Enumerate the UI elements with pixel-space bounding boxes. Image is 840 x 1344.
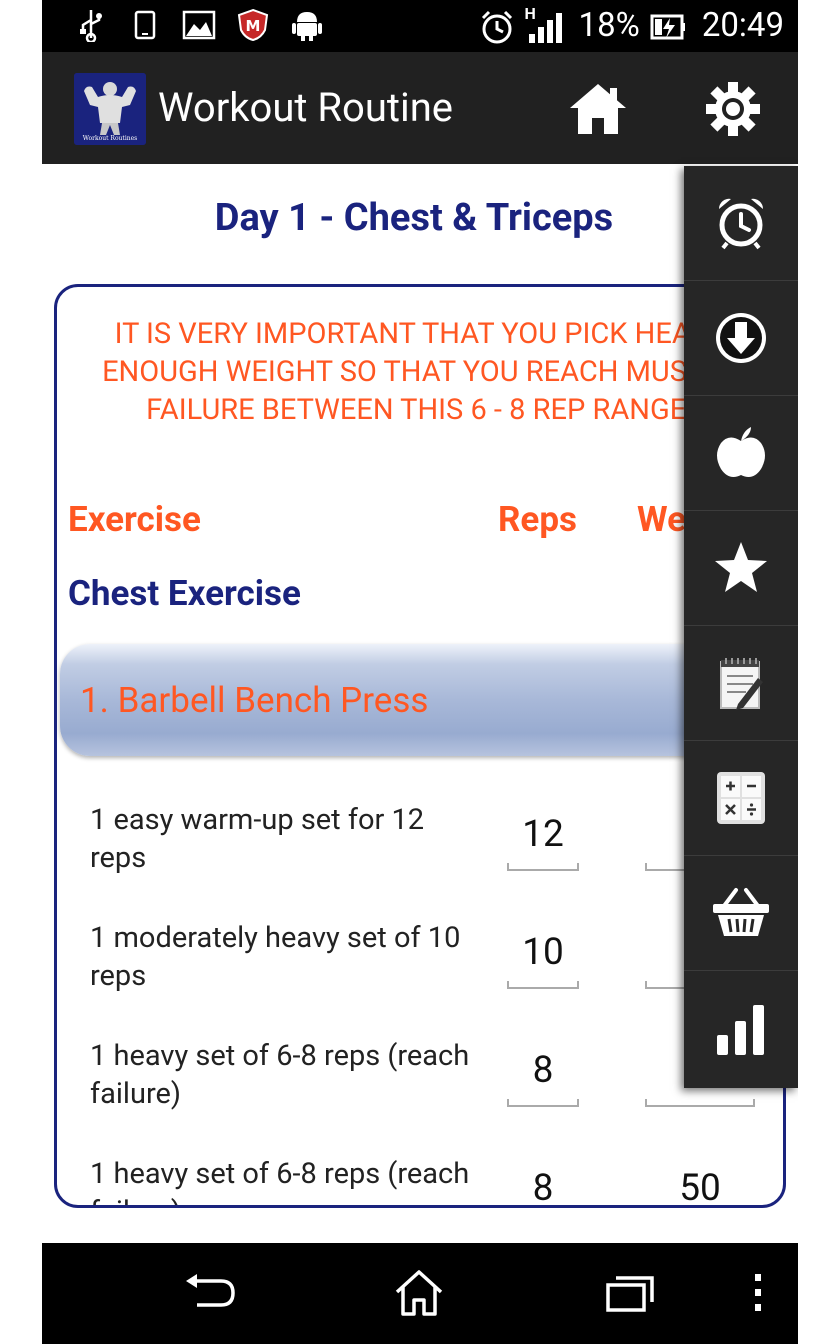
- set-row: 1 moderately heavy set of 10 reps 10 4: [57, 913, 783, 1031]
- workout-card: IT IS VERY IMPORTANT THAT YOU PICK HEAVY…: [54, 284, 786, 1208]
- mcafee-icon: M: [236, 8, 270, 42]
- battery-icon: [650, 4, 686, 48]
- recents-icon: [606, 1276, 654, 1312]
- menu-item-calculator[interactable]: [684, 741, 798, 856]
- phone-screen: M H 18% 20:49 Workout Routines Workout R…: [42, 0, 798, 1344]
- warning-text: IT IS VERY IMPORTANT THAT YOU PICK HEAVY…: [102, 317, 738, 427]
- clock: 20:49: [701, 6, 784, 45]
- reps-input[interactable]: 8: [507, 1167, 579, 1205]
- day-title: Day 1 - Chest & Triceps: [214, 196, 614, 240]
- exercise-name: 1. Barbell Bench Press: [80, 680, 429, 721]
- reps-input[interactable]: 12: [507, 813, 579, 857]
- menu-item-notes[interactable]: [684, 626, 798, 741]
- back-button[interactable]: [180, 1268, 240, 1318]
- home-icon: [570, 84, 626, 134]
- set-description: 1 moderately heavy set of 10 reps: [90, 921, 461, 993]
- calculator-icon: [717, 772, 765, 824]
- usb-icon: [74, 8, 108, 42]
- alarm-icon: [479, 4, 515, 48]
- signal-icon: H: [525, 4, 569, 48]
- basket-icon: [713, 888, 769, 936]
- svg-text:M: M: [246, 17, 261, 35]
- menu-dots-icon: [755, 1274, 761, 1311]
- set-row: 1 heavy set of 6-8 reps (reach failure) …: [57, 1149, 783, 1205]
- battery-percent: 18%: [578, 6, 640, 45]
- app-title: Workout Routine: [158, 84, 454, 131]
- menu-item-favorite[interactable]: [684, 511, 798, 626]
- side-menu: [684, 166, 798, 1088]
- set-description: 1 easy warm-up set for 12 reps: [90, 803, 425, 875]
- set-description: 1 heavy set of 6-8 reps (reach failure): [90, 1039, 470, 1111]
- settings-button[interactable]: [702, 78, 764, 140]
- menu-item-alarm[interactable]: [684, 166, 798, 281]
- set-description: 1 heavy set of 6-8 reps (reach failure): [90, 1157, 470, 1205]
- settings-icon: [706, 82, 760, 136]
- exercise-header[interactable]: 1. Barbell Bench Press: [60, 644, 783, 756]
- star-icon: [715, 542, 767, 592]
- apple-icon: [717, 427, 765, 477]
- home-button[interactable]: [566, 80, 630, 138]
- menu-item-progress[interactable]: [684, 971, 798, 1086]
- alarm-clock-icon: [718, 198, 764, 250]
- image-icon: [182, 8, 216, 42]
- notepad-icon: [720, 658, 763, 710]
- reps-underline: [507, 981, 579, 989]
- right-margin: [798, 0, 840, 1344]
- weight-input[interactable]: 50: [645, 1167, 755, 1205]
- column-exercise: Exercise: [68, 499, 201, 540]
- home-nav-button[interactable]: [389, 1268, 449, 1318]
- section-title: Chest Exercise: [68, 573, 301, 614]
- column-reps: Reps: [498, 499, 577, 540]
- left-margin: [0, 0, 42, 1344]
- reps-underline: [507, 1099, 579, 1107]
- reps-input[interactable]: 10: [507, 931, 579, 975]
- logo-text: Workout Routines: [82, 135, 138, 142]
- android-icon: [290, 8, 324, 42]
- home-nav-icon: [395, 1270, 443, 1316]
- app-logo[interactable]: Workout Routines: [74, 73, 146, 145]
- reps-underline: [507, 863, 579, 871]
- set-row: 1 heavy set of 6-8 reps (reach failure) …: [57, 1031, 783, 1149]
- menu-item-download[interactable]: [684, 281, 798, 396]
- menu-button[interactable]: [728, 1268, 788, 1318]
- back-icon: [186, 1274, 235, 1307]
- action-bar: Workout Routines Workout Routine: [42, 52, 798, 164]
- menu-item-nutrition[interactable]: [684, 396, 798, 511]
- menu-item-shop[interactable]: [684, 856, 798, 971]
- navigation-bar: [42, 1243, 798, 1344]
- phone-icon: [128, 8, 162, 42]
- status-bar: M H 18% 20:49: [42, 0, 798, 52]
- download-icon: [716, 313, 766, 363]
- reps-input[interactable]: 8: [507, 1049, 579, 1093]
- bar-chart-icon: [717, 1004, 764, 1055]
- set-row: 1 easy warm-up set for 12 reps 12 2: [57, 795, 783, 913]
- network-type-label: H: [524, 4, 536, 23]
- recents-button[interactable]: [600, 1268, 660, 1318]
- weight-underline: [645, 1099, 755, 1107]
